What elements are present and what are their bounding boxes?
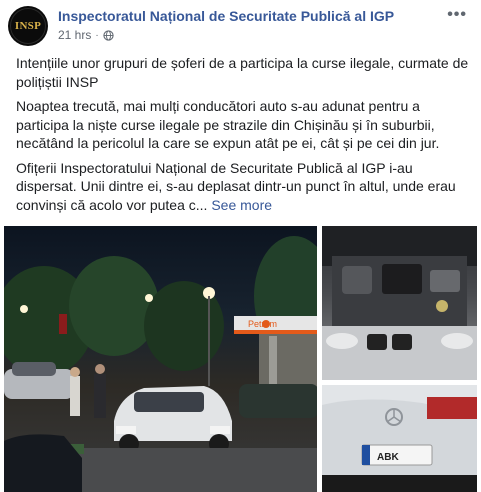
license-plate-text: ABK [377, 452, 399, 463]
post-paragraph: Intențiile unor grupuri de șoferi de a p… [16, 55, 469, 90]
see-more-link[interactable]: See more [211, 197, 272, 213]
post-text: Intențiile unor grupuri de șoferi de a p… [16, 54, 474, 220]
photo-engine-bay[interactable] [322, 226, 477, 380]
meta-separator: · [95, 29, 99, 41]
photo-car-rear[interactable]: ABK [322, 385, 477, 492]
post-meta: 21 hrs · [58, 28, 114, 42]
page-avatar[interactable]: INSP [8, 6, 48, 46]
engine-illustration [322, 226, 477, 380]
post-header: INSP Inspectoratul Național de Securitat… [8, 6, 473, 46]
car-rear-illustration: ABK [322, 385, 477, 492]
more-icon[interactable]: ••• [447, 6, 467, 24]
post-timestamp[interactable]: 21 hrs [58, 28, 91, 42]
post-paragraph: Noaptea trecută, mai mulți conducători a… [16, 98, 440, 151]
page-name-link[interactable]: Inspectoratul Național de Securitate Pub… [58, 8, 394, 24]
photo-gas-station-night[interactable]: Petrom [4, 226, 317, 492]
post-paragraph-truncated: Ofițerii Inspectoratului Național de Sec… [16, 159, 474, 215]
avatar-logo: INSP [10, 8, 46, 44]
facebook-post: INSP Inspectoratul Național de Securitat… [0, 0, 481, 492]
gas-station-illustration: Petrom [4, 236, 317, 492]
photo-grid: Petrom [4, 226, 477, 492]
globe-icon[interactable] [103, 29, 114, 41]
